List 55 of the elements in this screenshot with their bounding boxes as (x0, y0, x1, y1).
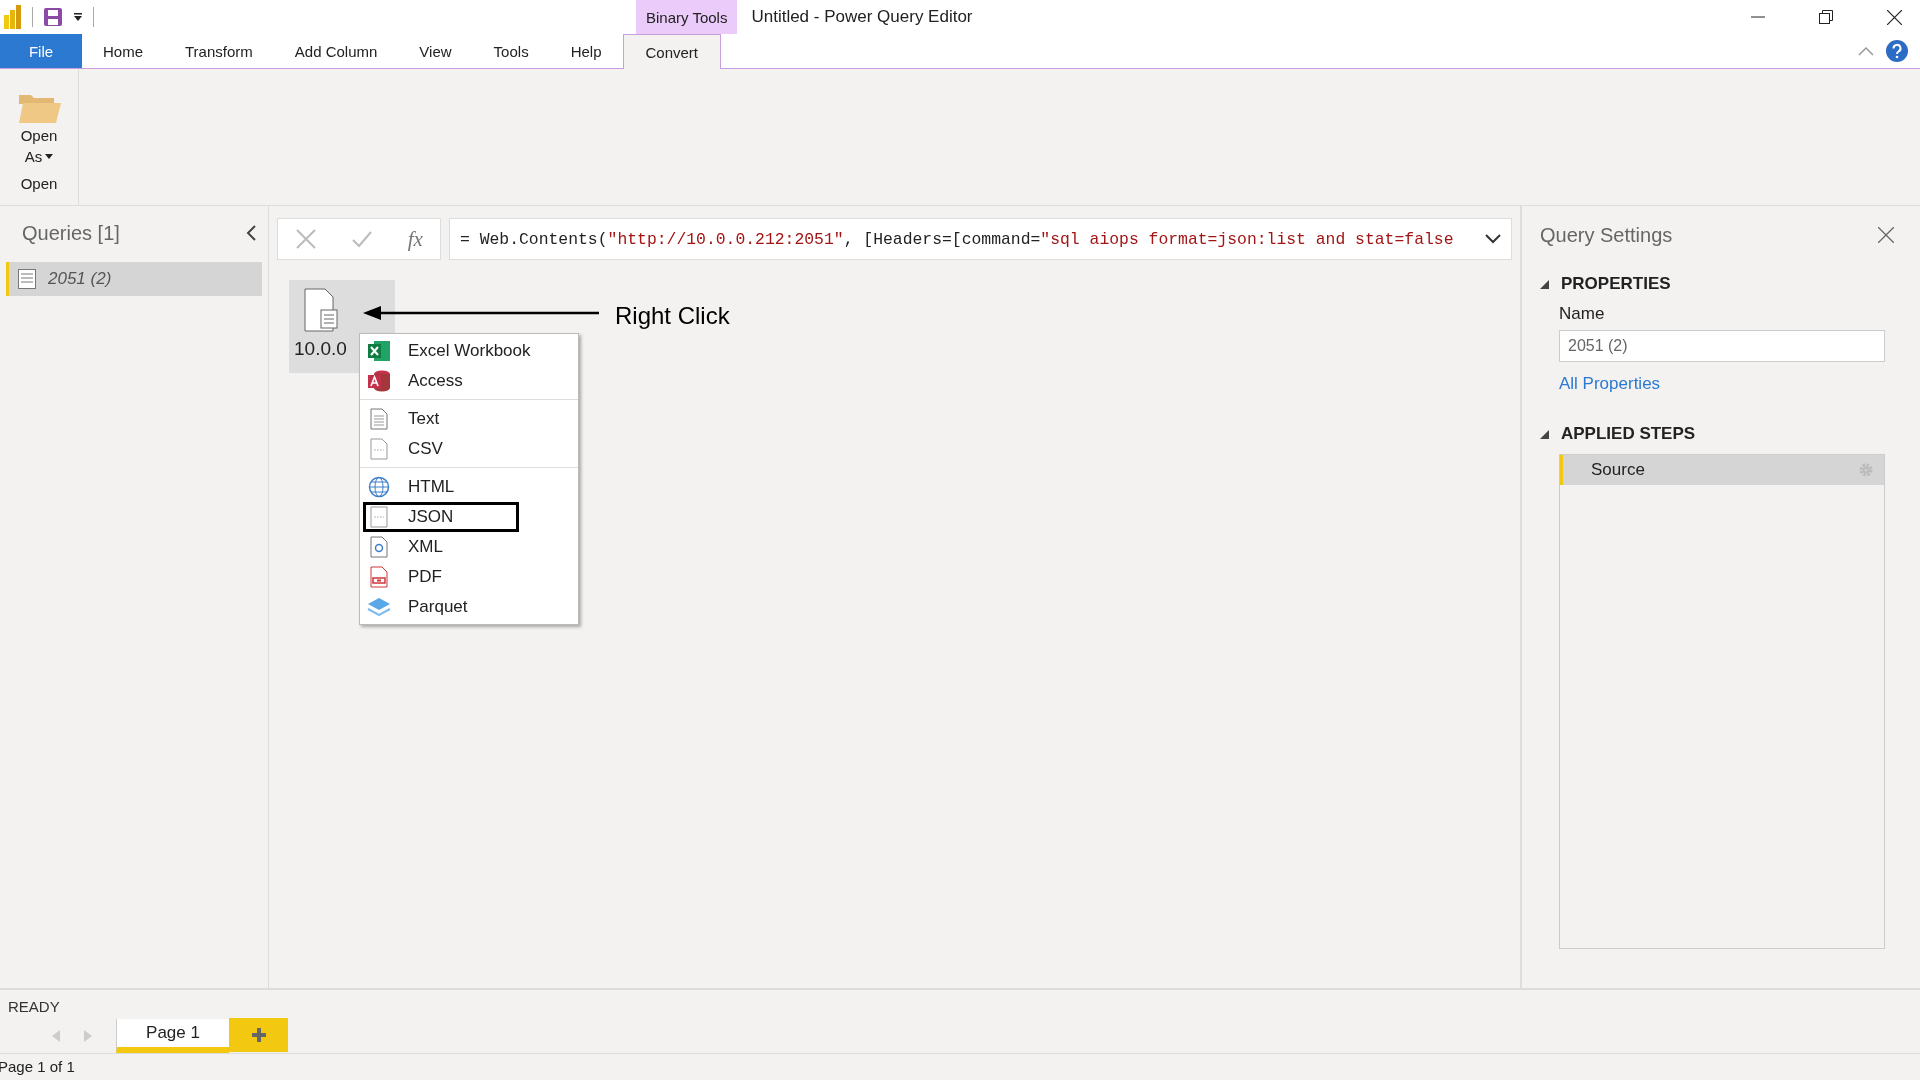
collapse-chevron-icon[interactable] (246, 225, 256, 241)
ribbon-tab[interactable]: Tools (472, 34, 550, 68)
close-icon[interactable] (1887, 9, 1902, 25)
expand-chevron-icon[interactable] (1485, 234, 1501, 244)
restore-icon[interactable] (1819, 10, 1833, 24)
applied-step[interactable]: Source (1560, 455, 1884, 485)
caret-icon[interactable] (45, 154, 54, 159)
table-icon (18, 269, 36, 289)
name-label: Name (1559, 304, 1605, 324)
collapse-triangle-icon[interactable] (1540, 279, 1549, 289)
spreadsheet-icon (366, 341, 392, 361)
ribbon-tab[interactable]: Transform (164, 34, 274, 68)
binary-label: 10.0.0 (294, 338, 347, 360)
window-title: Untitled - Power Query Editor (750, 6, 974, 28)
ribbon-tab[interactable]: Home (82, 34, 164, 68)
app-logo-icon (4, 5, 22, 29)
ribbon-group-label: Open (20, 175, 58, 192)
dropdown-caret-icon[interactable] (73, 12, 83, 22)
ribbon-tab[interactable]: File (0, 34, 82, 68)
help-icon[interactable] (1886, 40, 1908, 62)
formula-field[interactable]: = Web.Contents("http://10.0.0.212:2051", [Headers=[command="sql aiops format=json:list and stat=false (449, 218, 1512, 260)
add-page-button[interactable] (229, 1018, 288, 1052)
page-count: Page 1 of 1 (0, 1058, 76, 1075)
plus-icon (250, 1027, 267, 1043)
menu-item[interactable]: Text (363, 404, 574, 434)
menu-item[interactable]: XML (363, 532, 574, 562)
menu-item[interactable]: Parquet (363, 592, 574, 622)
ribbon-tab[interactable]: Convert (622, 34, 722, 69)
query-settings-title: Query Settings (1540, 223, 1673, 247)
globe-icon (366, 476, 392, 498)
menu-item[interactable]: HTML (363, 472, 574, 502)
section-heading: APPLIED STEPS (1561, 424, 1696, 444)
ribbon-tab[interactable]: Add Column (273, 34, 399, 68)
status-text: READY (7, 997, 61, 1015)
name-field[interactable]: 2051 (2) (1559, 330, 1885, 362)
menu-item[interactable]: CSV (363, 434, 574, 464)
annotation-text: Right Click (615, 302, 730, 330)
menu-item[interactable]: PDF (363, 562, 574, 592)
open-as-button[interactable]: Open As (17, 89, 61, 167)
ribbon-tab[interactable]: Help (549, 34, 623, 68)
page-tab[interactable]: Page 1 (116, 1019, 229, 1053)
context-tab-group-label: Binary Tools (636, 0, 738, 34)
menu-item[interactable]: JSON (363, 502, 519, 532)
query-item[interactable]: 2051 (2) (6, 262, 262, 296)
database-icon (366, 370, 392, 392)
save-icon[interactable] (43, 7, 63, 27)
all-properties-link[interactable]: All Properties (1559, 374, 1661, 394)
parquet-icon (366, 598, 392, 616)
section-heading: PROPERTIES (1561, 274, 1671, 294)
queries-title: Queries [1] (22, 221, 120, 245)
ribbon-tab[interactable]: View (398, 34, 473, 68)
document-icon (301, 288, 341, 332)
collapse-triangle-icon[interactable] (1540, 429, 1549, 439)
fx-button[interactable]: fx (407, 226, 423, 252)
collapse-ribbon-icon[interactable] (1858, 46, 1874, 56)
